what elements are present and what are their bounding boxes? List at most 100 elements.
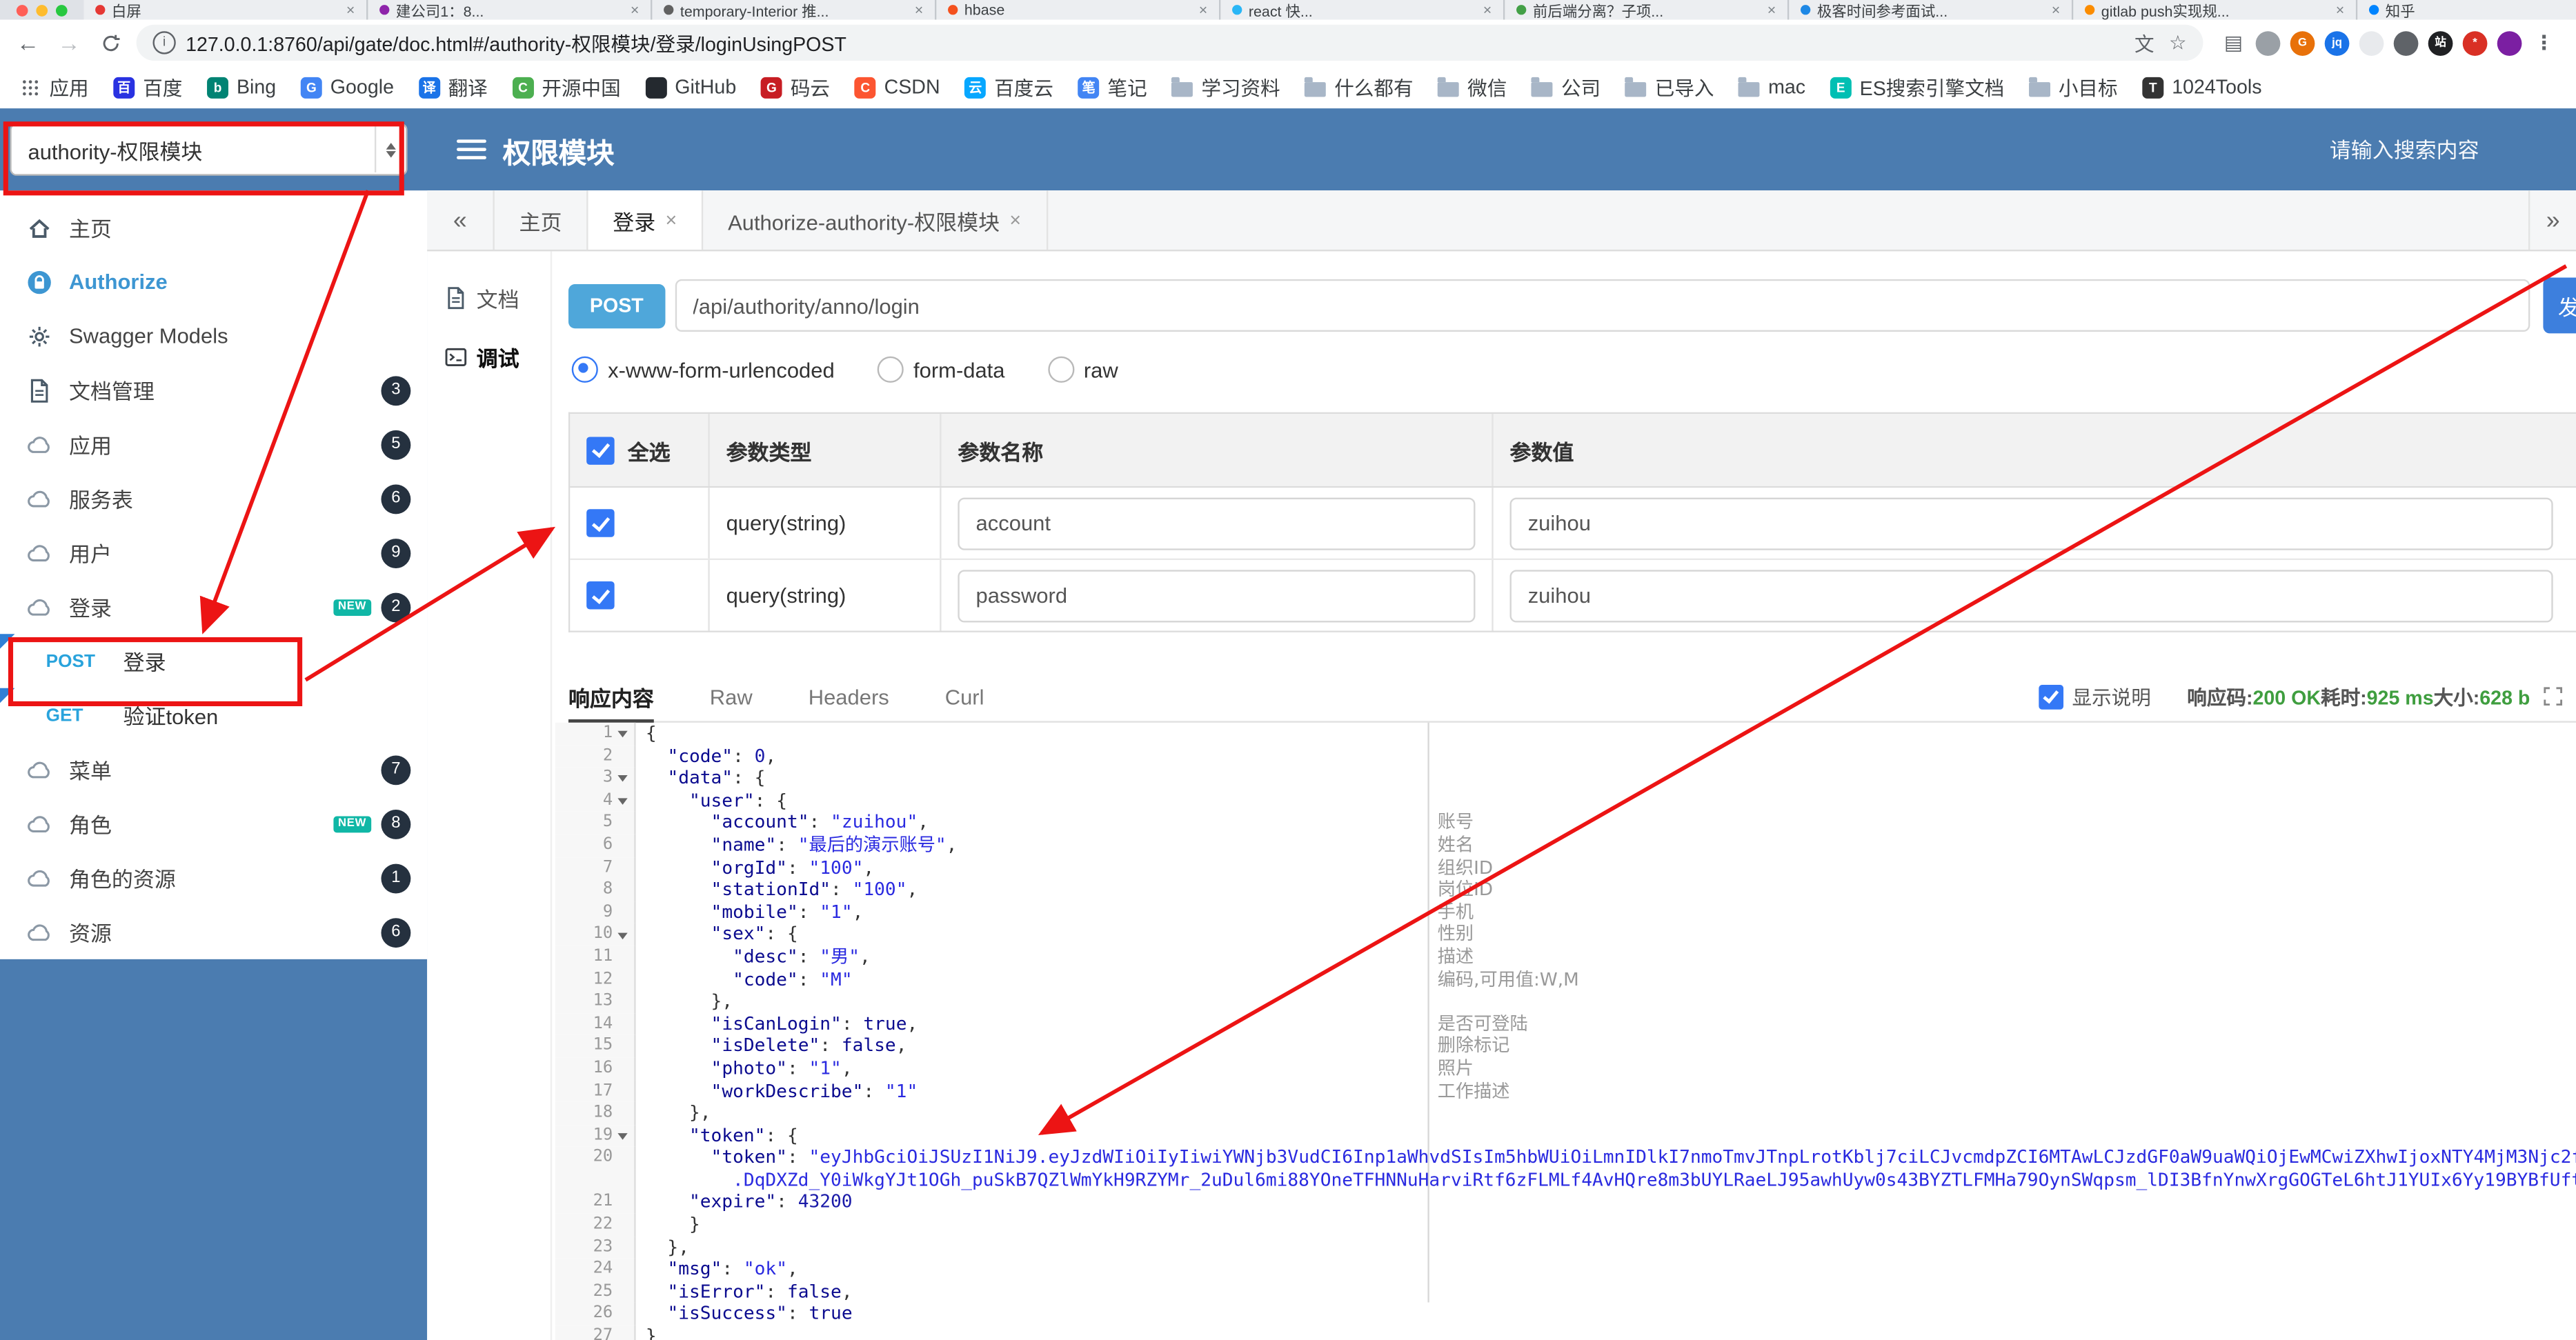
line-number-gutter[interactable]: 6 xyxy=(555,834,636,857)
param-name-input[interactable] xyxy=(958,497,1476,550)
bookmark-item[interactable]: G 码云 xyxy=(760,73,830,101)
tab-close-icon[interactable]: × xyxy=(666,208,677,231)
param-value-input[interactable] xyxy=(1509,569,2553,622)
sidebar-item-swagger-models[interactable]: Swagger Models xyxy=(0,308,428,363)
row-checkbox[interactable] xyxy=(586,581,615,610)
sidebar-item-service-table[interactable]: 服务表 6 xyxy=(0,471,428,526)
bookmark-item[interactable]: 笔笔记 xyxy=(1078,73,1147,101)
sidebar-item-role[interactable]: 角色 NEW 8 xyxy=(0,796,428,851)
bookmark-item[interactable]: mac xyxy=(1738,76,1805,99)
sidebar-item-doc-manage[interactable]: 文档管理 3 xyxy=(0,363,428,417)
ext-gray-icon[interactable] xyxy=(2255,30,2281,55)
tab-close-icon[interactable]: × xyxy=(1199,1,1208,18)
bookmark-item[interactable]: GitHub xyxy=(645,76,736,99)
bookmark-item[interactable]: C CSDN xyxy=(854,76,940,99)
browser-tab[interactable]: react 快... × xyxy=(1220,0,1505,20)
param-value-input[interactable] xyxy=(1509,497,2553,550)
fullscreen-icon[interactable] xyxy=(2543,686,2563,706)
param-name-input[interactable] xyxy=(958,569,1476,622)
content-type-radio[interactable]: raw xyxy=(1047,356,1118,383)
sidebar-item-authorize[interactable]: Authorize xyxy=(0,254,428,309)
address-bar[interactable]: i 127.0.0.1:8760/api/gate/doc.html#/auth… xyxy=(136,24,2203,61)
line-number-gutter[interactable]: 1 xyxy=(555,722,636,746)
back-button[interactable]: ← xyxy=(13,30,43,56)
line-number-gutter[interactable]: 11 xyxy=(555,946,636,968)
tab-close-icon[interactable]: × xyxy=(1009,208,1021,231)
bookmark-item[interactable]: 译翻译 xyxy=(418,73,488,101)
bookmark-item[interactable]: 微信 xyxy=(1438,73,1507,101)
line-number-gutter[interactable]: 21 xyxy=(555,1191,636,1214)
line-number-gutter[interactable]: 3 xyxy=(555,767,636,790)
bookmark-item[interactable]: T 1024Tools xyxy=(2142,76,2262,99)
line-number-gutter[interactable]: 25 xyxy=(555,1281,636,1303)
line-number-gutter[interactable]: 27 xyxy=(555,1325,636,1340)
avatar[interactable] xyxy=(2497,30,2522,55)
menu-icon[interactable]: ⋮ xyxy=(2532,30,2557,55)
content-type-radio[interactable]: form-data xyxy=(877,356,1005,383)
line-number-gutter[interactable]: 10 xyxy=(555,923,636,946)
tab-close-icon[interactable]: × xyxy=(1767,1,1776,18)
browser-tab[interactable]: 前后端分离？子项... × xyxy=(1505,0,1790,20)
bookmark-star-icon[interactable]: ☆ xyxy=(2169,31,2187,54)
line-number-gutter[interactable]: 24 xyxy=(555,1258,636,1281)
bookmark-item[interactable]: G Google xyxy=(300,76,394,99)
line-number-gutter[interactable]: 2 xyxy=(555,745,636,768)
row-checkbox[interactable] xyxy=(586,509,615,537)
tab-close-icon[interactable]: × xyxy=(2052,1,2061,18)
line-number-gutter[interactable]: 16 xyxy=(555,1057,636,1080)
response-tab[interactable]: Raw xyxy=(710,672,753,721)
line-number-gutter[interactable]: 22 xyxy=(555,1214,636,1237)
bookmark-item[interactable]: 什么都有 xyxy=(1305,73,1414,101)
side-panel-icon[interactable]: ▤ xyxy=(2221,30,2246,55)
line-number-gutter[interactable]: 8 xyxy=(555,879,636,901)
sidebar-item-login[interactable]: 登录 NEW 2 xyxy=(0,579,428,634)
collapse-tabs-right-icon[interactable]: » xyxy=(2528,190,2576,250)
line-number-gutter[interactable]: 9 xyxy=(555,901,636,924)
content-tab[interactable]: 主页 xyxy=(495,190,588,250)
browser-tab[interactable]: 极客时间参考面试... × xyxy=(1789,0,2074,20)
browser-tab[interactable]: 知乎 × xyxy=(2357,0,2576,20)
translate-icon[interactable]: 文 xyxy=(2134,29,2154,57)
browser-tab[interactable]: gitlab push实现规... × xyxy=(2073,0,2358,20)
bookmark-item[interactable]: 学习资料 xyxy=(1171,73,1280,101)
sidebar-item-role-resource[interactable]: 角色的资源 1 xyxy=(0,850,428,906)
browser-tab[interactable]: 建公司1：8... × xyxy=(368,0,653,20)
response-tab[interactable]: Headers xyxy=(809,672,889,721)
docnav-doc[interactable]: 文档 xyxy=(427,268,551,327)
ext-shield-icon[interactable] xyxy=(2393,30,2419,55)
bookmark-item[interactable]: 公司 xyxy=(1532,73,1601,101)
line-number-gutter[interactable]: 5 xyxy=(555,812,636,834)
response-tab[interactable]: Curl xyxy=(945,672,984,721)
ext-orange-icon[interactable]: G xyxy=(2290,30,2315,55)
ext-white-icon[interactable] xyxy=(2359,30,2384,55)
sidebar-api-login-get[interactable]: GET 验证token xyxy=(0,688,428,743)
sidebar-item-app[interactable]: 应用 5 xyxy=(0,417,428,472)
bookmark-item[interactable]: 应用 xyxy=(20,73,89,101)
browser-tab[interactable]: 白屏 × xyxy=(83,0,368,20)
bookmark-item[interactable]: 百百度 xyxy=(113,73,182,101)
sidebar-item-menu[interactable]: 菜单 7 xyxy=(0,742,428,797)
tab-close-icon[interactable]: × xyxy=(2336,1,2345,18)
ext-dark-icon[interactable]: 站 xyxy=(2428,30,2453,55)
window-controls[interactable] xyxy=(0,3,83,16)
send-button[interactable]: 发 xyxy=(2543,277,2576,334)
line-number-gutter[interactable]: 7 xyxy=(555,857,636,879)
sidebar-item-resource[interactable]: 资源 6 xyxy=(0,905,428,959)
bookmark-item[interactable]: C 开源中国 xyxy=(512,73,621,101)
content-tab[interactable]: 登录 × xyxy=(588,190,704,250)
line-number-gutter[interactable] xyxy=(555,1169,636,1192)
bookmark-item[interactable]: 云百度云 xyxy=(964,73,1053,101)
content-tab[interactable]: Authorize-authority-权限模块 × xyxy=(703,190,1048,250)
page-info-icon[interactable]: i xyxy=(152,31,176,54)
content-type-radio[interactable]: x-www-form-urlencoded xyxy=(571,356,835,383)
sidebar-api-login-post[interactable]: POST 登录 xyxy=(0,634,428,688)
tab-close-icon[interactable]: × xyxy=(631,1,640,18)
bookmark-item[interactable]: b Bing xyxy=(207,76,276,99)
browser-tab[interactable]: temporary-Interior 推... × xyxy=(652,0,937,20)
docnav-debug[interactable]: 调试 xyxy=(427,327,551,386)
forward-button[interactable]: → xyxy=(55,30,84,56)
response-tab[interactable]: 响应内容 xyxy=(568,672,654,723)
sidebar-item-user[interactable]: 用户 9 xyxy=(0,526,428,580)
request-url-input[interactable] xyxy=(674,279,2530,332)
bookmark-item[interactable]: E ES搜索引擎文档 xyxy=(1830,73,2004,101)
